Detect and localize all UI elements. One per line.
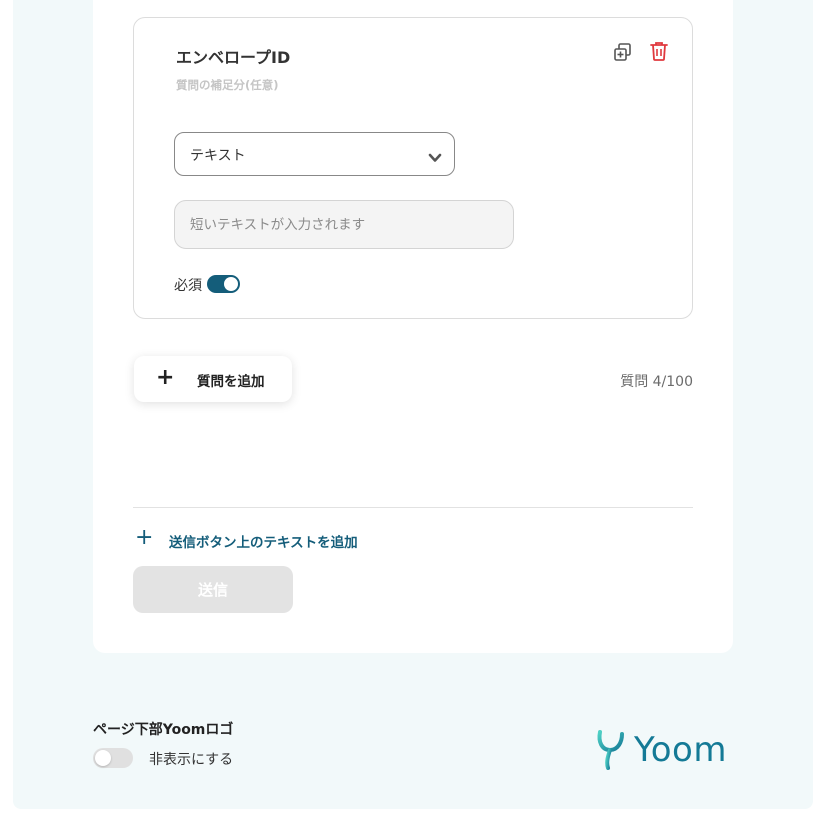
add-question-button[interactable]: + 質問を追加: [134, 356, 292, 402]
yoom-logo-text: Yoom: [634, 730, 727, 770]
footer-logo-setting-title: ページ下部Yoomロゴ: [93, 722, 234, 738]
question-type-value: テキスト: [190, 148, 246, 164]
toggle-knob: [224, 277, 238, 291]
submit-button[interactable]: 送信: [133, 566, 293, 613]
divider: [133, 507, 693, 508]
yoom-logo: Yoom: [596, 728, 736, 772]
plus-icon: +: [135, 525, 154, 550]
question-type-select[interactable]: テキスト: [174, 132, 455, 176]
add-question-label: 質問を追加: [197, 374, 265, 390]
hide-logo-toggle[interactable]: [93, 748, 133, 768]
required-toggle[interactable]: [207, 275, 240, 293]
copy-icon[interactable]: [613, 42, 633, 64]
question-title[interactable]: エンベロープID: [176, 44, 290, 68]
trash-icon[interactable]: [648, 40, 670, 64]
required-label: 必須: [174, 278, 202, 294]
add-submit-text-label: 送信ボタン上のテキストを追加: [169, 535, 358, 551]
hide-logo-label: 非表示にする: [149, 752, 234, 768]
toggle-knob: [95, 750, 111, 766]
answer-preview-input[interactable]: [174, 200, 514, 249]
question-count: 質問 4/100: [620, 374, 693, 390]
plus-icon: +: [156, 365, 175, 390]
question-subtitle[interactable]: 質問の補足分(任意): [176, 77, 279, 93]
chevron-down-icon: [428, 149, 442, 162]
yoom-logo-icon: [597, 730, 624, 770]
